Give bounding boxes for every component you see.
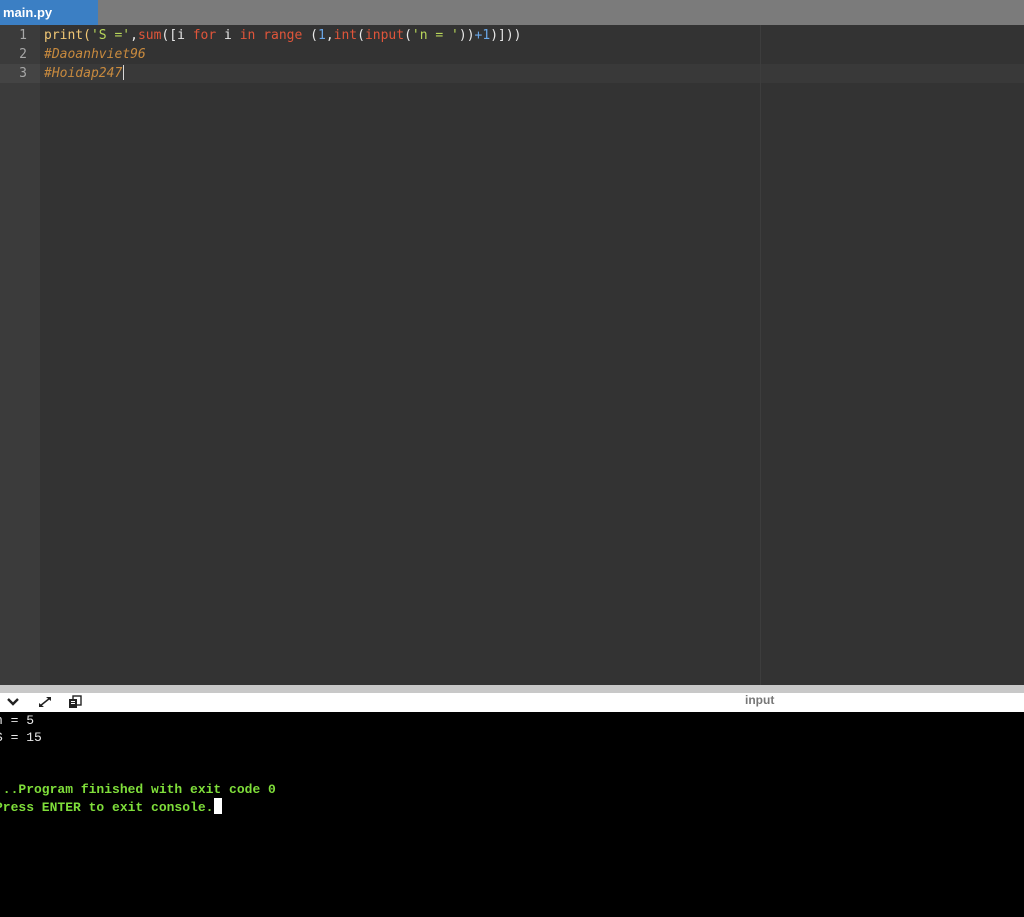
line-number-gutter: [0, 25, 40, 685]
code-token: ,: [130, 28, 138, 43]
online-ide: main.py 1 2 3 print('S =',sum([i for i i…: [0, 0, 1024, 917]
console-line: n = 5: [0, 713, 35, 728]
tab-bar: main.py: [0, 0, 1024, 25]
comment-text: #Hoidap247: [44, 66, 123, 81]
print-margin: [760, 25, 761, 685]
code-token: int: [333, 28, 358, 43]
code-token: in: [239, 28, 256, 43]
code-line-2[interactable]: #Daoanhviet96: [44, 45, 146, 64]
line-number: 1: [19, 28, 27, 43]
comment-text: #Daoanhviet96: [44, 47, 146, 62]
console-line: Press ENTER to exit console.: [0, 798, 223, 816]
code-token: input: [364, 28, 405, 43]
console-line: ...Program finished with exit code 0: [0, 782, 276, 797]
line-number: 3: [19, 66, 27, 81]
code-token: (: [302, 28, 318, 43]
code-token: 'S =': [90, 28, 131, 43]
code-token: +1: [474, 28, 491, 43]
input-label[interactable]: input: [745, 693, 774, 708]
code-token: range: [263, 28, 303, 43]
code-token: i: [216, 28, 240, 43]
line-number: 2: [19, 47, 27, 62]
code-token: 'n = ': [411, 28, 459, 43]
console-resize-handle[interactable]: [0, 685, 1024, 693]
expand-arrows-icon[interactable]: [37, 694, 53, 710]
code-token: sum: [137, 28, 162, 43]
console-line: S = 15: [0, 730, 42, 745]
code-line-3[interactable]: #Hoidap247: [44, 64, 125, 83]
text-cursor: [123, 65, 125, 80]
console-toolbar: input: [0, 693, 1024, 712]
console-output[interactable]: n = 5 S = 15 ...Program finished with ex…: [0, 712, 1024, 917]
code-token: )])): [490, 28, 522, 43]
code-token: print(: [44, 28, 91, 43]
tab-main-py[interactable]: main.py: [0, 0, 98, 25]
code-token: for: [192, 28, 217, 43]
code-line-1[interactable]: print('S =',sum([i for i in range (1,int…: [44, 26, 522, 45]
active-line-highlight: [40, 64, 1024, 83]
code-token: ,: [325, 28, 334, 43]
clipboard-icon[interactable]: [67, 694, 83, 710]
chevron-down-icon[interactable]: [5, 694, 21, 710]
code-token: 1: [317, 28, 326, 43]
code-token: (: [404, 28, 412, 43]
code-token: (: [357, 28, 365, 43]
console-prompt-text: Press ENTER to exit console.: [0, 800, 214, 815]
code-token: )): [458, 28, 475, 43]
code-token: ([i: [161, 28, 193, 43]
console-cursor: [214, 798, 223, 814]
code-editor[interactable]: 1 2 3 print('S =',sum([i for i in range …: [0, 25, 1024, 685]
